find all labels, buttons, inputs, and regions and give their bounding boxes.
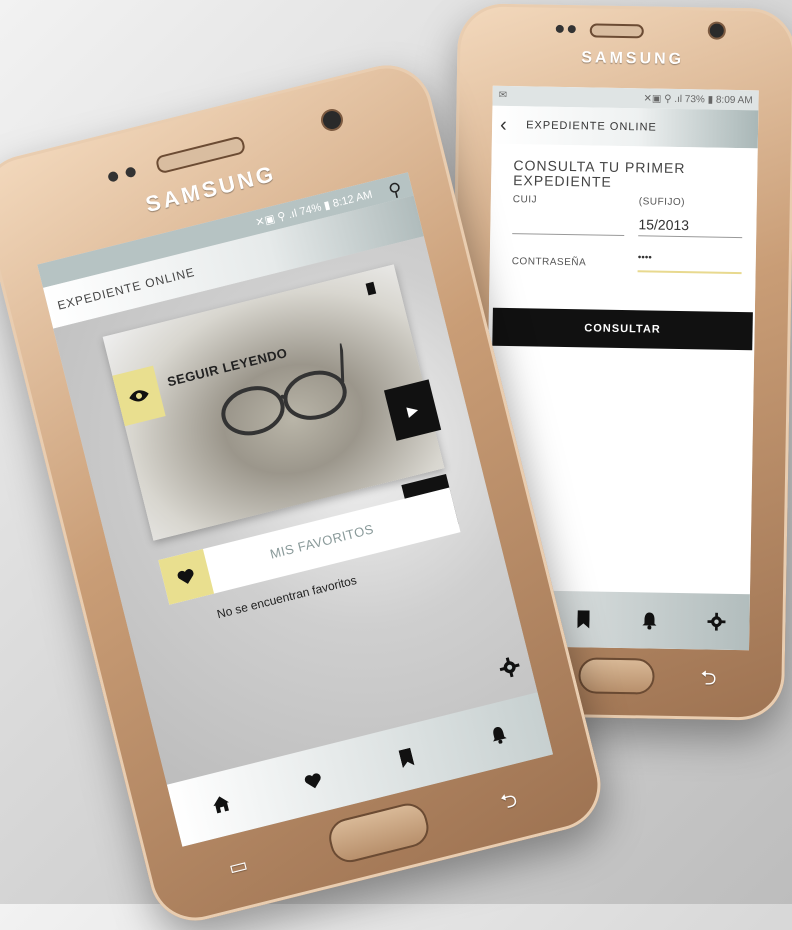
eye-icon[interactable] [112,365,166,427]
back-icon[interactable]: ‹ [500,113,526,136]
sensor-dot [124,166,137,179]
bell-icon[interactable] [637,607,663,633]
app-bar: ‹ EXPEDIENTE ONLINE [491,105,759,149]
brand-logo: SAMSUNG [581,49,685,69]
heart-icon [158,548,215,605]
password-label: CONTRASEÑA [511,256,587,269]
login-card: CONSULTA TU PRIMER EXPEDIENTE CUIJ (SUFI… [501,149,744,287]
password-field[interactable]: •••• [637,252,742,275]
continue-reading-card[interactable]: SEGUIR LEYENDO ▶ [102,264,445,541]
sensor-dot [567,25,576,34]
cuij-field[interactable] [512,214,625,237]
page-title: EXPEDIENTE ONLINE [526,119,657,134]
sensor-dot [555,24,564,33]
play-icon[interactable]: ▶ [383,379,442,441]
front-camera [321,109,343,131]
bell-icon[interactable] [483,719,515,751]
recent-apps-icon[interactable]: ▭ [226,852,250,881]
bookmark-icon[interactable] [391,742,423,774]
main-content: SEGUIR LEYENDO ▶ ▶ MIS FAVORITOS No se e… [53,236,538,785]
back-softkey-icon[interactable]: ⮌ [700,663,717,697]
speaker-grille [154,135,247,175]
search-icon[interactable]: ⚲ [386,178,404,202]
sufijo-label: (SUFIJO) [638,196,686,209]
front-camera [709,23,724,38]
bookmark-icon[interactable] [365,281,377,296]
heart-icon[interactable] [298,765,330,797]
mail-icon: ✉ [498,89,508,101]
bookmark-icon[interactable] [570,606,596,632]
home-button[interactable] [324,799,433,867]
consultar-button[interactable]: CONSULTAR [492,307,753,351]
favorites-label: MIS FAVORITOS [268,521,376,562]
status-text: ✕▣ ⚲ .ıl 73% ▮ 8:09 AM [643,92,753,106]
home-button[interactable] [578,657,655,695]
back-softkey-icon[interactable]: ⮌ [498,785,522,822]
speaker-grille [589,23,644,39]
sufijo-field[interactable]: 15/2013 [638,216,743,239]
sensor-dot [107,170,120,183]
cuij-label: CUIJ [512,194,538,206]
gear-icon[interactable] [703,608,729,634]
form-title: CONSULTA TU PRIMER EXPEDIENTE [513,157,686,190]
home-icon[interactable] [205,788,237,820]
